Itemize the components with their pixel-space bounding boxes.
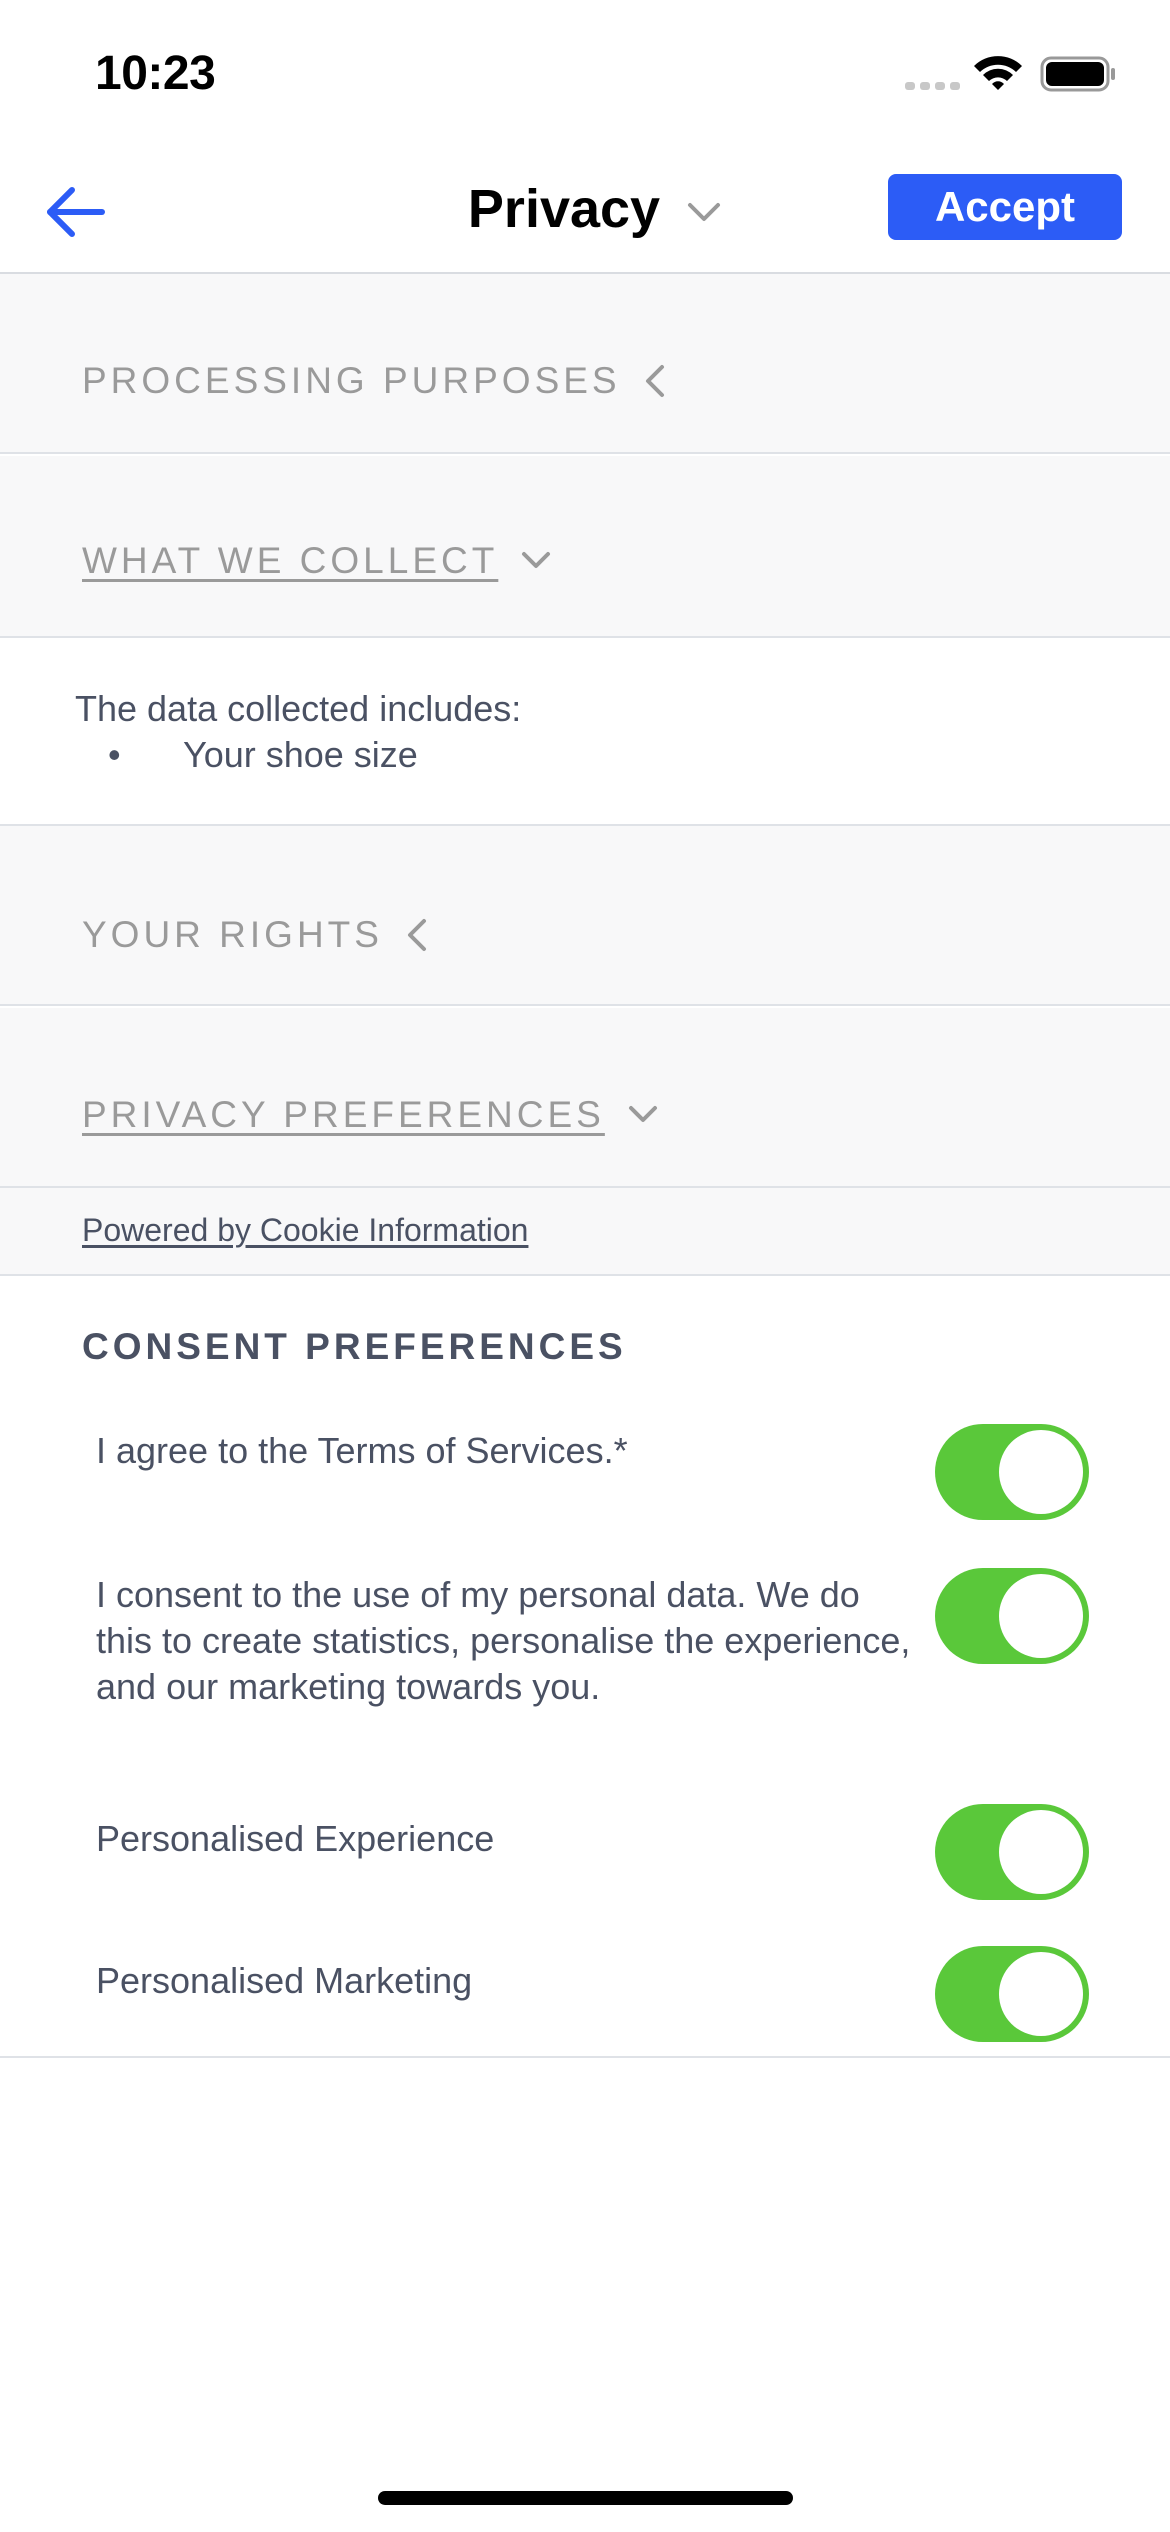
section-your-rights[interactable]: YOUR RIGHTS xyxy=(0,826,1170,1006)
section-privacy-preferences[interactable]: PRIVACY PREFERENCES xyxy=(0,1008,1170,1188)
section-title: PROCESSING PURPOSES xyxy=(82,360,621,401)
accept-button[interactable]: Accept xyxy=(888,174,1122,240)
status-time: 10:23 xyxy=(95,47,216,100)
home-indicator[interactable] xyxy=(378,2491,793,2505)
chevron-left-icon xyxy=(407,919,426,951)
toggle-knob xyxy=(999,1430,1083,1514)
powered-by-link[interactable]: Powered by Cookie Information xyxy=(82,1212,528,1249)
consent-label: I agree to the Terms of Services.* xyxy=(96,1430,628,1471)
chevron-left-icon xyxy=(645,365,664,397)
bullet: • xyxy=(108,734,121,775)
toggle-knob xyxy=(999,1952,1083,2036)
toggle-knob xyxy=(999,1810,1083,1894)
consent-row-personalised-marketing: Personalised Marketing xyxy=(0,1938,1170,2048)
cellular-signal-icon xyxy=(905,82,960,90)
powered-by-bar: Powered by Cookie Information xyxy=(0,1188,1170,1276)
personalised-experience-toggle[interactable] xyxy=(935,1804,1089,1900)
section-title: PRIVACY PREFERENCES xyxy=(82,1094,605,1135)
consent-label: Personalised Experience xyxy=(96,1818,495,1859)
list-item: Your shoe size xyxy=(183,734,418,775)
consent-heading: CONSENT PREFERENCES xyxy=(82,1326,627,1367)
consent-row-personal-data: I consent to the use of my personal data… xyxy=(0,1560,1170,1720)
status-bar: 10:23 xyxy=(0,0,1170,150)
wifi-icon xyxy=(974,56,1022,90)
personalised-marketing-toggle[interactable] xyxy=(935,1946,1089,2042)
section-processing-purposes[interactable]: PROCESSING PURPOSES xyxy=(0,274,1170,454)
page-title: Privacy xyxy=(467,179,661,239)
chevron-down-icon xyxy=(522,552,551,568)
collect-intro: The data collected includes: xyxy=(75,688,522,729)
terms-toggle[interactable] xyxy=(935,1424,1089,1520)
collect-content: The data collected includes: • Your shoe… xyxy=(0,638,1170,826)
consent-label: Personalised Marketing xyxy=(96,1960,473,2001)
toggle-knob xyxy=(999,1574,1083,1658)
personal-data-toggle[interactable] xyxy=(935,1568,1089,1664)
section-what-we-collect[interactable]: WHAT WE COLLECT xyxy=(0,456,1170,638)
nav-bar: Privacy Accept xyxy=(0,150,1170,274)
consent-label: I consent to the use of my personal data… xyxy=(96,1574,911,1707)
consent-row-personalised-experience: Personalised Experience xyxy=(0,1796,1170,1906)
consent-preferences: CONSENT PREFERENCES I agree to the Terms… xyxy=(0,1276,1170,2058)
section-title: WHAT WE COLLECT xyxy=(82,540,499,581)
chevron-down-icon xyxy=(688,203,721,221)
section-title: YOUR RIGHTS xyxy=(82,914,383,955)
battery-full-icon xyxy=(1040,56,1115,92)
consent-row-terms: I agree to the Terms of Services.* xyxy=(0,1416,1170,1526)
chevron-down-icon xyxy=(628,1106,657,1122)
